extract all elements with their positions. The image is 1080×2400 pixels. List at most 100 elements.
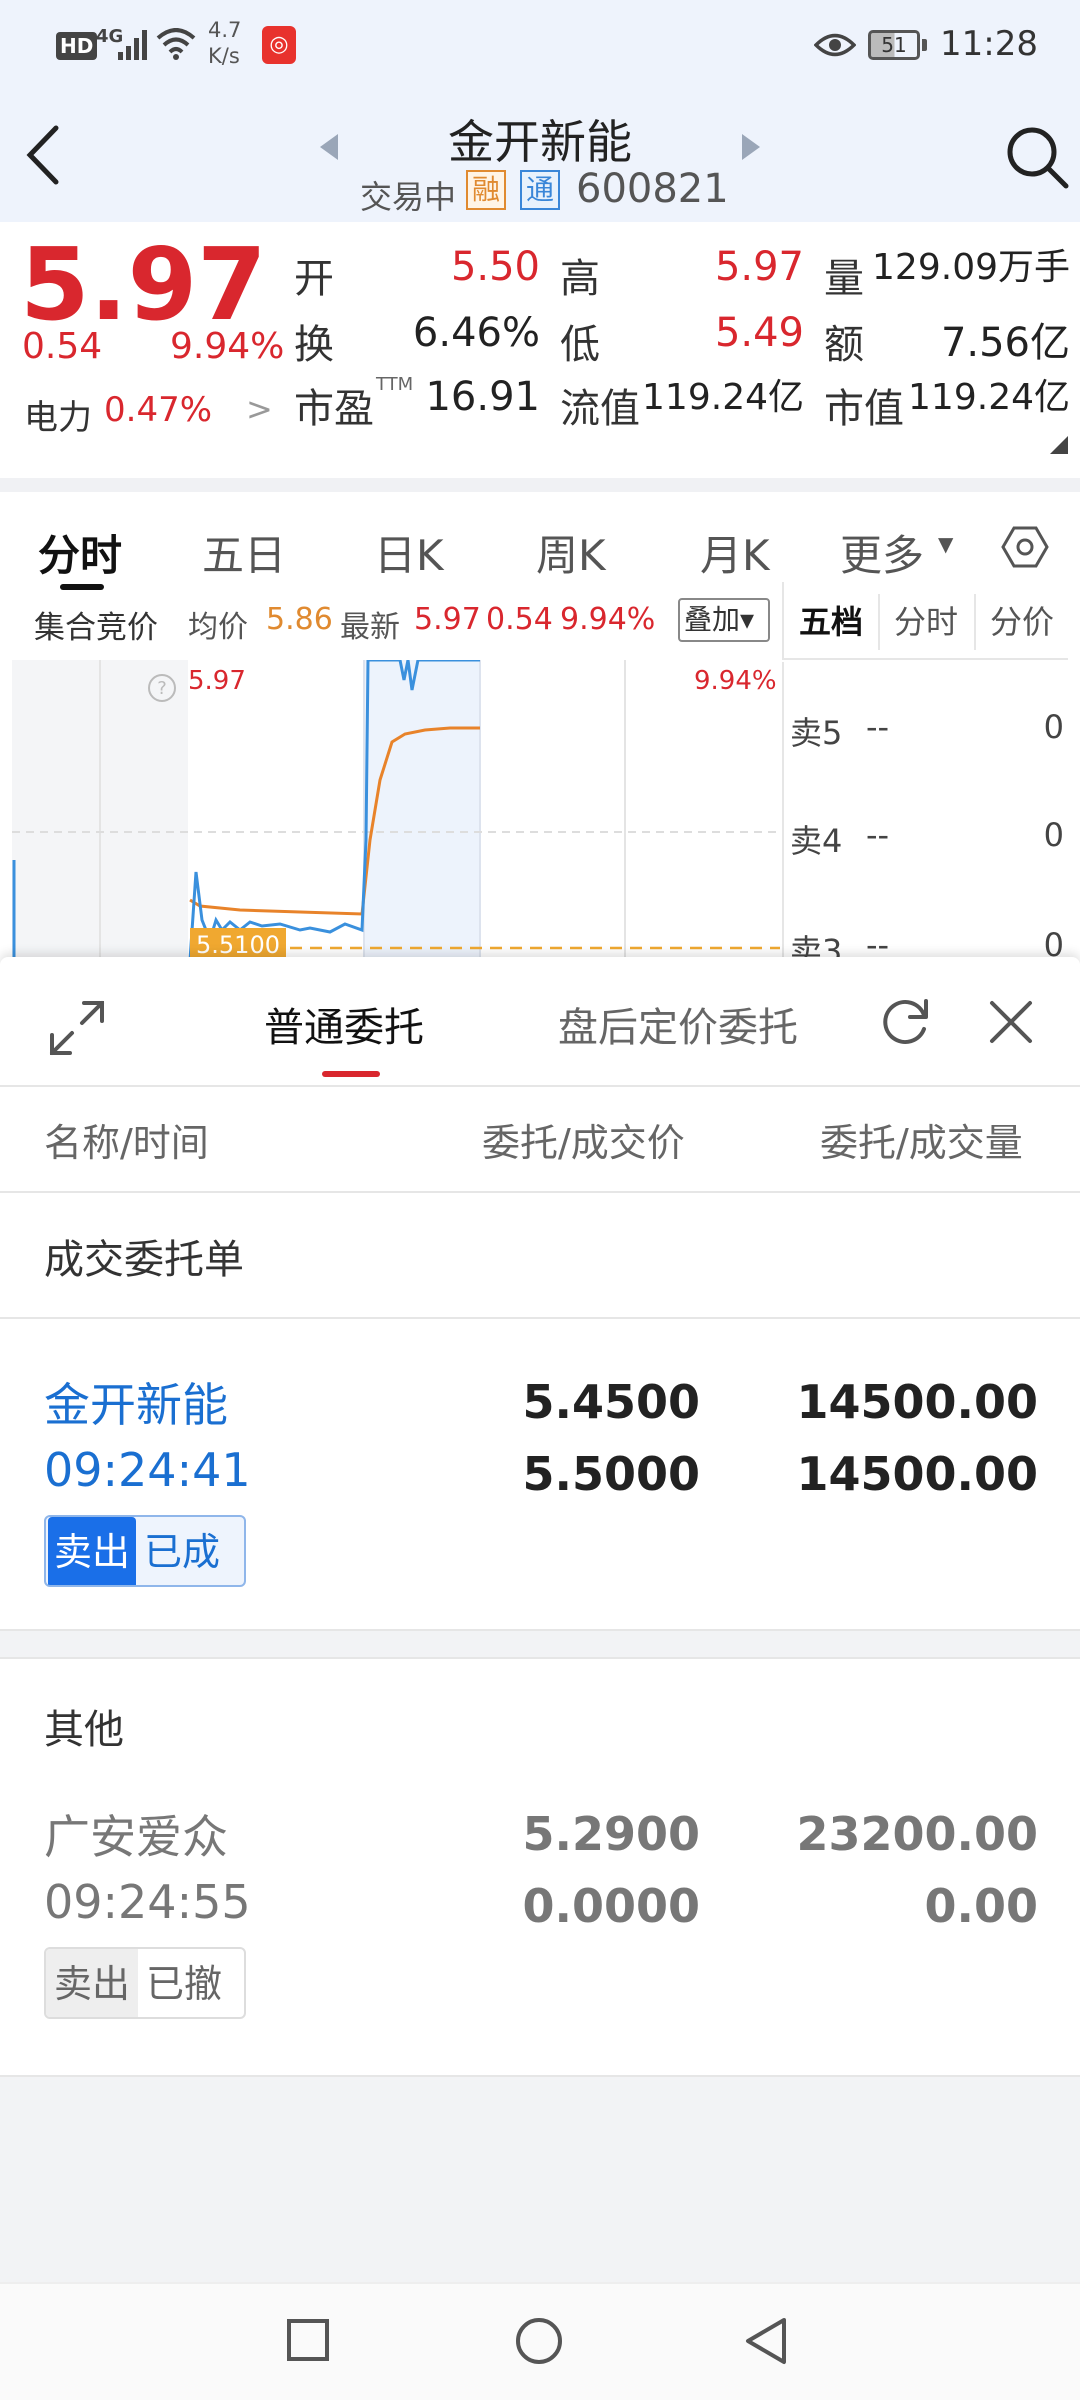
stock-code: 600821 xyxy=(576,166,729,212)
chevron-right-icon: > xyxy=(246,390,273,428)
signal-icon xyxy=(118,30,147,60)
state-badge: 已成 xyxy=(144,1530,221,1574)
depth-volume: 0 xyxy=(1043,708,1064,746)
high-label: 高 xyxy=(560,256,600,302)
expand-corner-icon[interactable] xyxy=(1050,436,1068,454)
order-stock-name: 金开新能 xyxy=(44,1378,228,1432)
eye-icon xyxy=(814,33,856,57)
tab-after-hours-order[interactable]: 盘后定价委托 xyxy=(558,995,798,1053)
order-status-badge: 卖出 已成 xyxy=(44,1515,246,1587)
refresh-icon[interactable] xyxy=(880,995,932,1047)
high-value: 5.97 xyxy=(714,244,804,290)
order-price: 5.2900 xyxy=(522,1807,700,1861)
amount-label: 额 xyxy=(824,322,864,368)
turnover-label: 换 xyxy=(294,322,334,368)
fill-price: 5.5000 xyxy=(522,1447,700,1501)
dropdown-arrow-icon: ▼ xyxy=(938,532,954,556)
sector-link[interactable]: 电力 0.47% > xyxy=(24,390,274,438)
search-icon[interactable] xyxy=(1004,124,1070,190)
order-price: 5.4500 xyxy=(522,1375,700,1429)
avg-value: 5.86 xyxy=(266,602,333,637)
market-cap-value: 119.24亿 xyxy=(908,377,1070,418)
depth-label: 卖5 xyxy=(790,714,843,752)
volume-value: 129.09万手 xyxy=(872,247,1070,288)
settings-icon[interactable] xyxy=(1000,522,1050,572)
sector-pct: 0.47% xyxy=(104,390,213,430)
overlay-button[interactable]: 叠加▾ xyxy=(678,598,770,642)
intraday-chart[interactable]: ? 5.97 9.94% 5.5100 xyxy=(0,658,780,962)
battery-icon: 51 xyxy=(868,30,920,60)
wifi-icon xyxy=(156,28,196,60)
section-filled-orders: 成交委托单 xyxy=(44,1237,244,1283)
tab-five-day[interactable]: 五日 xyxy=(202,522,286,583)
latest-value: 5.97 xyxy=(414,602,481,637)
col-volume: 委托/成交量 xyxy=(820,1121,1023,1165)
tab-price-dist[interactable]: 分价 xyxy=(976,588,1068,656)
low-label: 低 xyxy=(560,322,600,368)
order-time: 09:24:55 xyxy=(44,1875,251,1929)
system-nav-bar xyxy=(0,2282,1080,2400)
depth-price: -- xyxy=(866,816,890,854)
tab-ticks[interactable]: 分时 xyxy=(880,588,972,656)
open-value: 5.50 xyxy=(450,244,540,290)
ask4-row: 卖4 -- 0 xyxy=(782,816,1068,860)
pe-value: 16.91 xyxy=(425,374,540,420)
pe-label: 市盈 xyxy=(294,386,374,432)
depth-label: 卖4 xyxy=(790,822,843,860)
open-label: 开 xyxy=(294,256,334,302)
side-badge: 卖出 xyxy=(46,1949,138,2017)
recents-icon[interactable] xyxy=(286,2318,330,2362)
next-stock-icon[interactable] xyxy=(740,132,762,162)
app-notification-icon: ◎ xyxy=(262,26,296,64)
side-badge: 卖出 xyxy=(48,1517,136,1585)
order-time: 09:24:41 xyxy=(44,1443,251,1497)
market-cap-label: 市值 xyxy=(824,386,904,432)
state-badge: 已撤 xyxy=(146,1962,223,2006)
float-cap-label: 流值 xyxy=(560,386,640,432)
float-cap-value: 119.24亿 xyxy=(642,377,804,418)
ask5-row: 卖5 -- 0 xyxy=(782,708,1068,752)
avg-label: 均价 xyxy=(188,610,248,645)
col-name-time: 名称/时间 xyxy=(44,1121,209,1165)
home-icon[interactable] xyxy=(514,2316,564,2366)
price-change: 0.54 xyxy=(22,326,103,367)
fill-volume: 14500.00 xyxy=(796,1447,1038,1501)
overlay-label: 叠加 xyxy=(684,603,741,636)
trading-status: 交易中 xyxy=(360,178,457,216)
chart-top-price: 5.97 xyxy=(188,666,246,696)
fill-volume: 0.00 xyxy=(924,1879,1039,1933)
back-nav-icon[interactable] xyxy=(744,2316,788,2366)
order-book: 五档 分时 分价 卖5 -- 0 卖4 -- 0 卖3 -- 0 xyxy=(782,582,1068,970)
net-speed: 4.7 xyxy=(208,18,242,42)
prev-stock-icon[interactable] xyxy=(318,132,340,162)
chart-tabs: 分时 五日 日K 周K 月K 更多 ▼ xyxy=(0,478,1080,590)
tab-weekly-k[interactable]: 周K xyxy=(536,522,606,583)
tab-daily-k[interactable]: 日K xyxy=(374,522,444,583)
low-value: 5.49 xyxy=(714,310,804,356)
order-row[interactable]: 广安爱众 09:24:55 5.2900 0.0000 23200.00 0.0… xyxy=(0,1757,1080,2037)
close-icon[interactable] xyxy=(988,999,1034,1045)
svg-text:?: ? xyxy=(157,678,167,699)
latest-label: 最新 xyxy=(340,610,400,645)
section-other-orders: 其他 xyxy=(44,1707,124,1753)
amount-value: 7.56亿 xyxy=(940,320,1070,366)
chart-top-pct: 9.94% xyxy=(694,666,777,696)
tab-normal-order[interactable]: 普通委托 xyxy=(264,995,424,1053)
status-bar: HD 4G 4.7 K/s ◎ 51 11:28 xyxy=(0,0,1080,92)
tab-monthly-k[interactable]: 月K xyxy=(700,522,770,583)
latest-pct: 9.94% xyxy=(560,602,656,637)
fill-price: 0.0000 xyxy=(522,1879,700,1933)
clock: 11:28 xyxy=(940,24,1038,64)
order-volume: 14500.00 xyxy=(796,1375,1038,1429)
sector-name: 电力 xyxy=(24,398,92,438)
stock-header: 金开新能 交易中 融 通 600821 xyxy=(0,92,1080,222)
tab-order-book[interactable]: 五档 xyxy=(786,588,876,656)
expand-icon[interactable] xyxy=(48,999,106,1057)
order-row[interactable]: 金开新能 09:24:41 5.4500 5.5000 14500.00 145… xyxy=(0,1319,1080,1591)
connect-badge: 通 xyxy=(520,170,560,210)
order-panel: 普通委托 盘后定价委托 名称/时间 委托/成交价 委托/成交量 成交委托单 金开… xyxy=(0,957,1080,2400)
tab-more[interactable]: 更多 xyxy=(840,522,924,583)
price-change-pct: 9.94% xyxy=(170,326,285,367)
tab-intraday[interactable]: 分时 xyxy=(38,522,122,583)
back-icon[interactable] xyxy=(22,124,62,186)
